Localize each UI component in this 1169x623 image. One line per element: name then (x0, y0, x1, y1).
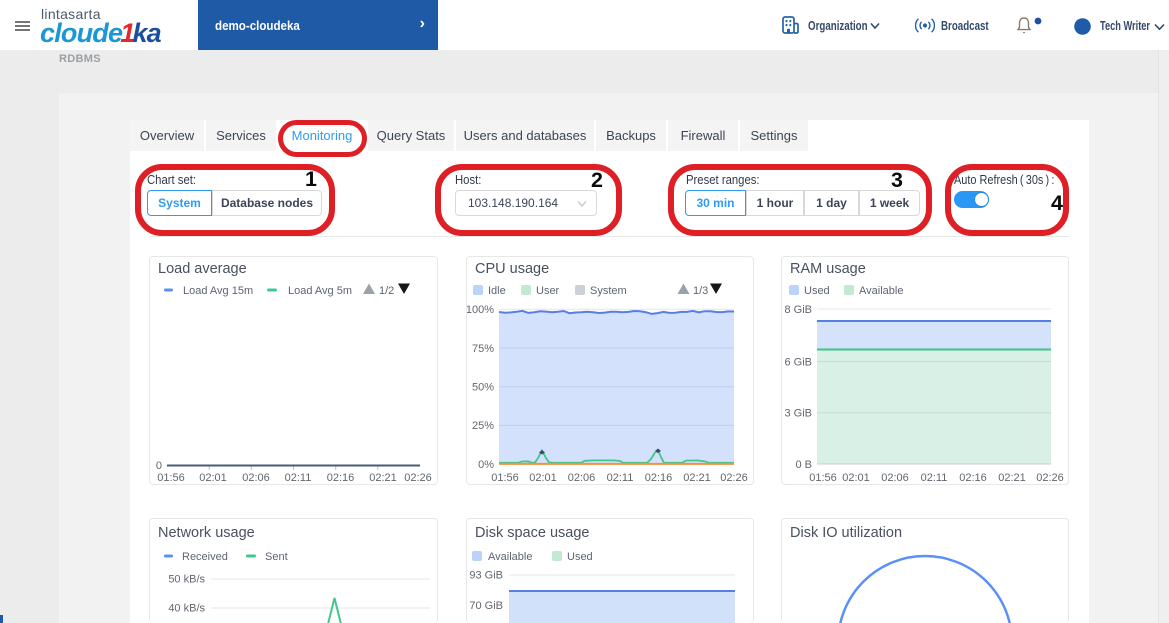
svg-text:01:56: 01:56 (157, 472, 185, 484)
svg-text:1/3: 1/3 (693, 285, 708, 297)
svg-text:50 kB/s: 50 kB/s (168, 574, 205, 586)
svg-text:0: 0 (156, 460, 162, 472)
svg-text:System: System (590, 285, 627, 297)
svg-text:02:01: 02:01 (529, 472, 557, 484)
svg-text:Load Avg 15m: Load Avg 15m (183, 285, 253, 297)
svg-text:02:01: 02:01 (842, 472, 870, 484)
svg-text:1/2: 1/2 (379, 285, 394, 297)
svg-text:Sent: Sent (265, 551, 288, 563)
svg-text:70 GiB: 70 GiB (469, 600, 503, 612)
svg-text:93 GiB: 93 GiB (469, 570, 503, 582)
svg-text:50%: 50% (472, 382, 494, 394)
svg-text:Used: Used (567, 551, 593, 563)
svg-text:Load Avg 5m: Load Avg 5m (288, 285, 352, 297)
svg-text:0 B: 0 B (795, 459, 812, 471)
svg-text:8 GiB: 8 GiB (784, 304, 812, 316)
svg-text:Available: Available (488, 551, 532, 563)
svg-text:Idle: Idle (488, 285, 506, 297)
svg-text:Received: Received (182, 551, 228, 563)
svg-text:Used: Used (804, 285, 830, 297)
svg-text:6 GiB: 6 GiB (784, 357, 812, 369)
svg-text:0%: 0% (478, 459, 494, 471)
svg-text:User: User (536, 285, 560, 297)
svg-text:Available: Available (859, 285, 903, 297)
svg-text:02:06: 02:06 (568, 472, 596, 484)
svg-text:02:21: 02:21 (998, 472, 1026, 484)
svg-text:02:16: 02:16 (645, 472, 673, 484)
svg-text:02:06: 02:06 (242, 472, 270, 484)
svg-text:02:26: 02:26 (1036, 472, 1064, 484)
svg-text:02:26: 02:26 (404, 472, 432, 484)
svg-text:02:16: 02:16 (327, 472, 355, 484)
svg-text:01:56: 01:56 (491, 472, 519, 484)
svg-text:75%: 75% (472, 343, 494, 355)
svg-text:02:11: 02:11 (921, 472, 948, 484)
svg-text:25%: 25% (472, 420, 494, 432)
svg-text:3 GiB: 3 GiB (784, 408, 812, 420)
svg-text:40 kB/s: 40 kB/s (168, 603, 205, 615)
svg-text:01:56: 01:56 (809, 472, 837, 484)
svg-text:02:11: 02:11 (607, 472, 634, 484)
svg-text:02:26: 02:26 (720, 472, 748, 484)
svg-text:100%: 100% (467, 304, 494, 316)
svg-text:02:21: 02:21 (683, 472, 711, 484)
svg-text:02:16: 02:16 (959, 472, 987, 484)
svg-text:02:11: 02:11 (285, 472, 312, 484)
svg-text:02:21: 02:21 (369, 472, 397, 484)
svg-text:02:01: 02:01 (199, 472, 227, 484)
svg-text:02:06: 02:06 (881, 472, 909, 484)
